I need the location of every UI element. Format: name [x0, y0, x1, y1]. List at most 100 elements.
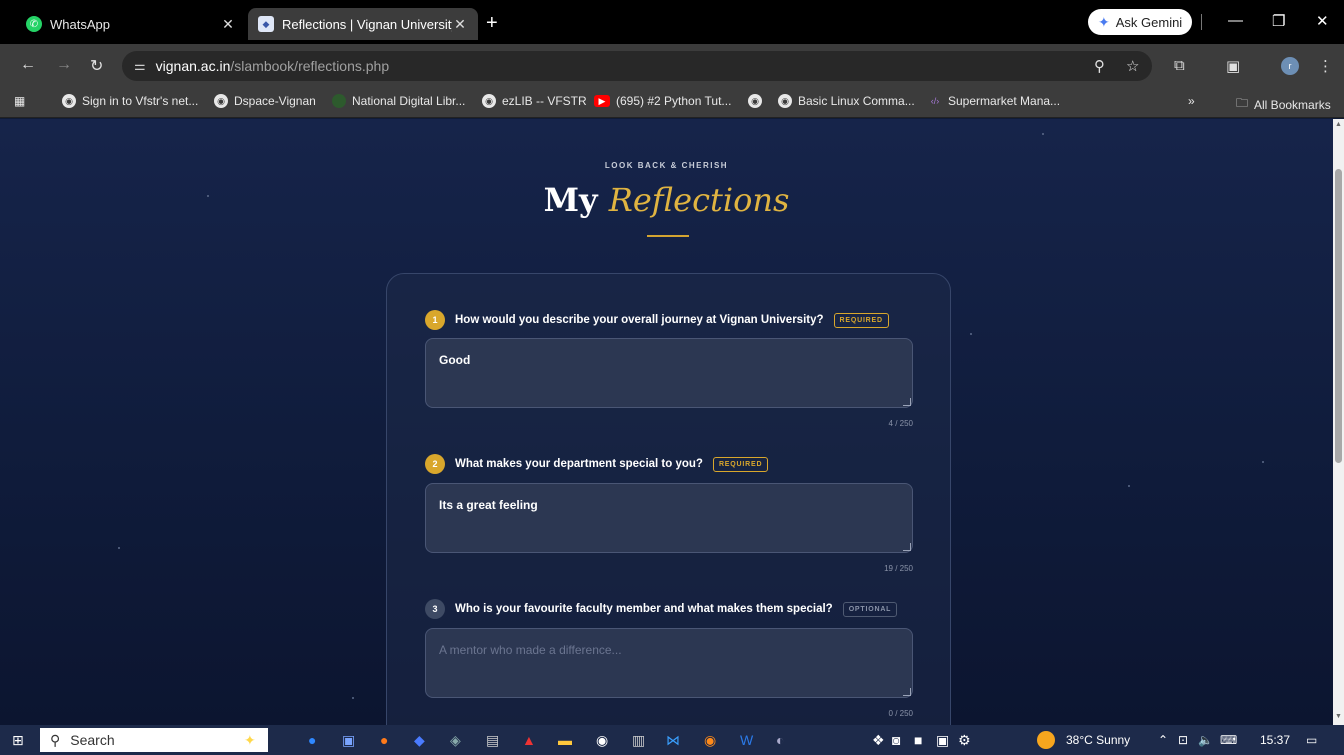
optional-badge: OPTIONAL — [842, 601, 898, 617]
required-badge: REQUIRED — [833, 312, 889, 328]
folder-icon: 🗀 — [1236, 96, 1249, 110]
scroll-up-icon[interactable]: ▲ — [1335, 121, 1342, 128]
question-1: 1 How would you describe your overall jo… — [425, 310, 889, 330]
tray-chevron-icon[interactable]: ⌃ — [1158, 733, 1168, 747]
acrobat-icon[interactable]: ▲ — [522, 732, 536, 748]
windows-taskbar: ⊞ ⚲ Search ✦ ● ▣ ● ◆ ◈ ▤ ▲ ▬ ◉ ▥ ⋈ ◉ W ◐… — [0, 725, 1344, 755]
char-count: 4 / 250 — [888, 419, 913, 428]
bookmark-item[interactable]: ◉ ezLIB -- VFSTR — [482, 94, 587, 108]
resize-handle-icon[interactable] — [903, 543, 911, 551]
app-icon[interactable]: ◐ — [776, 732, 784, 748]
vignan-favicon-icon: ◆ — [258, 16, 274, 32]
weather-text[interactable]: 38°C Sunny — [1066, 733, 1130, 747]
more-bookmarks-button[interactable]: » — [1188, 94, 1195, 108]
video-icon[interactable]: ■ — [914, 732, 922, 748]
reload-icon[interactable]: ↻ — [90, 56, 103, 76]
answer-textarea-3[interactable]: A mentor who made a difference... — [425, 628, 913, 698]
volume-icon[interactable]: 🔈 — [1198, 733, 1213, 747]
close-tab-icon[interactable]: ✕ — [220, 16, 236, 33]
resize-handle-icon[interactable] — [903, 398, 911, 406]
profile-avatar[interactable]: r — [1281, 57, 1299, 75]
bookmark-item[interactable]: ◉ Sign in to Vfstr's net... — [62, 94, 198, 108]
app-icon[interactable]: ◆ — [414, 732, 425, 749]
window-icon[interactable]: ▣ — [936, 732, 949, 749]
address-bar[interactable]: ⚌ vignan.ac.in/slambook/reflections.php — [122, 51, 1152, 81]
notepad-icon[interactable]: ▥ — [632, 732, 645, 749]
notifications-icon[interactable]: ▭ — [1306, 733, 1317, 747]
tab-reflections[interactable]: ◆ Reflections | Vignan University ✕ — [248, 8, 478, 40]
browser-toolbar: ← → ↻ ⚌ vignan.ac.in/slambook/reflection… — [0, 44, 1344, 88]
question-text: What makes your department special to yo… — [455, 458, 703, 470]
menu-kebab-icon[interactable]: ⋮ — [1318, 57, 1333, 75]
bookmark-label: Supermarket Mana... — [948, 94, 1061, 108]
bookmarks-bar: ▦ ◉ Sign in to Vfstr's net... ◉ Dspace-Vig… — [0, 88, 1344, 118]
close-tab-icon[interactable]: ✕ — [452, 16, 468, 33]
question-3: 3 Who is your favourite faculty member a… — [425, 599, 898, 619]
scroll-thumb[interactable] — [1335, 169, 1342, 463]
tab-label: WhatsApp — [50, 16, 110, 32]
question-number: 3 — [425, 599, 445, 619]
network-icon[interactable]: ⊡ — [1178, 733, 1188, 747]
star-decoration — [118, 547, 120, 549]
firefox-icon[interactable]: ● — [380, 732, 388, 748]
youtube-icon: ▶ — [594, 95, 610, 107]
forward-arrow-icon[interactable]: → — [56, 56, 72, 74]
bookmark-star-icon[interactable]: ☆ — [1126, 57, 1139, 75]
reflections-form-card: 1 How would you describe your overall jo… — [386, 273, 951, 725]
teams-icon[interactable]: ▣ — [342, 732, 355, 749]
chrome-icon[interactable]: ◉ — [596, 732, 608, 749]
apps-grid-icon[interactable]: ▦ — [14, 94, 25, 108]
ask-gemini-button[interactable]: ✦ Ask Gemini — [1088, 9, 1193, 35]
skype-icon[interactable]: ● — [308, 732, 316, 748]
minimize-icon[interactable]: — — [1228, 12, 1243, 29]
clock[interactable]: 15:37 — [1260, 733, 1290, 747]
vscode-icon[interactable]: ⋈ — [666, 732, 680, 749]
extensions-icon[interactable]: ⧉ — [1174, 57, 1185, 74]
calculator-icon[interactable]: ▤ — [486, 732, 499, 749]
scroll-down-icon[interactable]: ▼ — [1335, 713, 1342, 720]
weather-sun-icon[interactable] — [1037, 731, 1055, 749]
url-path: /slambook/reflections.php — [230, 58, 390, 74]
zoom-icon[interactable]: ⚲ — [1094, 57, 1105, 75]
keyboard-icon[interactable]: ⌨ — [1220, 733, 1237, 747]
taskbar-search[interactable]: ⚲ Search — [40, 728, 268, 752]
copilot-sparkle-icon[interactable]: ✦ — [244, 732, 256, 749]
close-window-icon[interactable]: ✕ — [1316, 12, 1329, 30]
settings-gear-icon[interactable]: ⚙ — [958, 732, 971, 749]
windows-start-icon[interactable]: ⊞ — [12, 732, 24, 749]
camera-icon[interactable]: ◙ — [892, 732, 900, 748]
all-bookmarks-label: All Bookmarks — [1254, 97, 1331, 112]
bookmark-item[interactable]: ◉ Basic Linux Comma... — [778, 94, 915, 108]
answer-textarea-1[interactable]: Good — [425, 338, 913, 408]
app-icon[interactable]: ◈ — [450, 732, 461, 749]
url-host: vignan.ac.in — [155, 58, 231, 74]
new-tab-button[interactable]: + — [486, 12, 498, 35]
notification-icon[interactable]: ❖ — [872, 732, 885, 749]
chrome-icon[interactable]: ◉ — [704, 732, 716, 749]
title-plain: My — [543, 181, 598, 219]
word-icon[interactable]: W — [740, 732, 753, 748]
bookmark-label: Basic Linux Comma... — [798, 94, 915, 108]
bookmark-item[interactable]: ‹/› Supermarket Mana... — [928, 94, 1060, 108]
question-number: 1 — [425, 310, 445, 330]
restore-icon[interactable]: ❐ — [1272, 12, 1285, 30]
back-arrow-icon[interactable]: ← — [20, 56, 36, 74]
bookmark-item[interactable]: ◉ Dspace-Vignan — [214, 94, 316, 108]
reading-mode-icon[interactable]: ▣ — [1226, 57, 1240, 75]
tab-whatsapp[interactable]: ✆ WhatsApp ✕ — [16, 8, 246, 40]
divider — [1201, 14, 1202, 30]
question-2: 2 What makes your department special to … — [425, 454, 769, 474]
ndl-icon — [332, 94, 346, 108]
bookmark-item[interactable]: ▶ (695) #2 Python Tut... — [594, 94, 731, 108]
bookmark-item[interactable]: National Digital Libr... — [332, 94, 465, 108]
code-icon: ‹/› — [930, 96, 940, 106]
resize-handle-icon[interactable] — [903, 688, 911, 696]
bookmark-label: Sign in to Vfstr's net... — [82, 94, 199, 108]
file-explorer-icon[interactable]: ▬ — [558, 732, 572, 748]
browser-tab-bar: ✆ WhatsApp ✕ ◆ Reflections | Vignan Univ… — [0, 0, 1344, 44]
site-info-icon[interactable]: ⚌ — [134, 58, 146, 74]
page-scrollbar[interactable]: ▲ ▼ — [1333, 119, 1344, 725]
answer-textarea-2[interactable]: Its a great feeling — [425, 483, 913, 553]
all-bookmarks-button[interactable]: 🗀 All Bookmarks — [1236, 94, 1331, 115]
bookmark-item[interactable]: ◉ — [748, 94, 768, 108]
